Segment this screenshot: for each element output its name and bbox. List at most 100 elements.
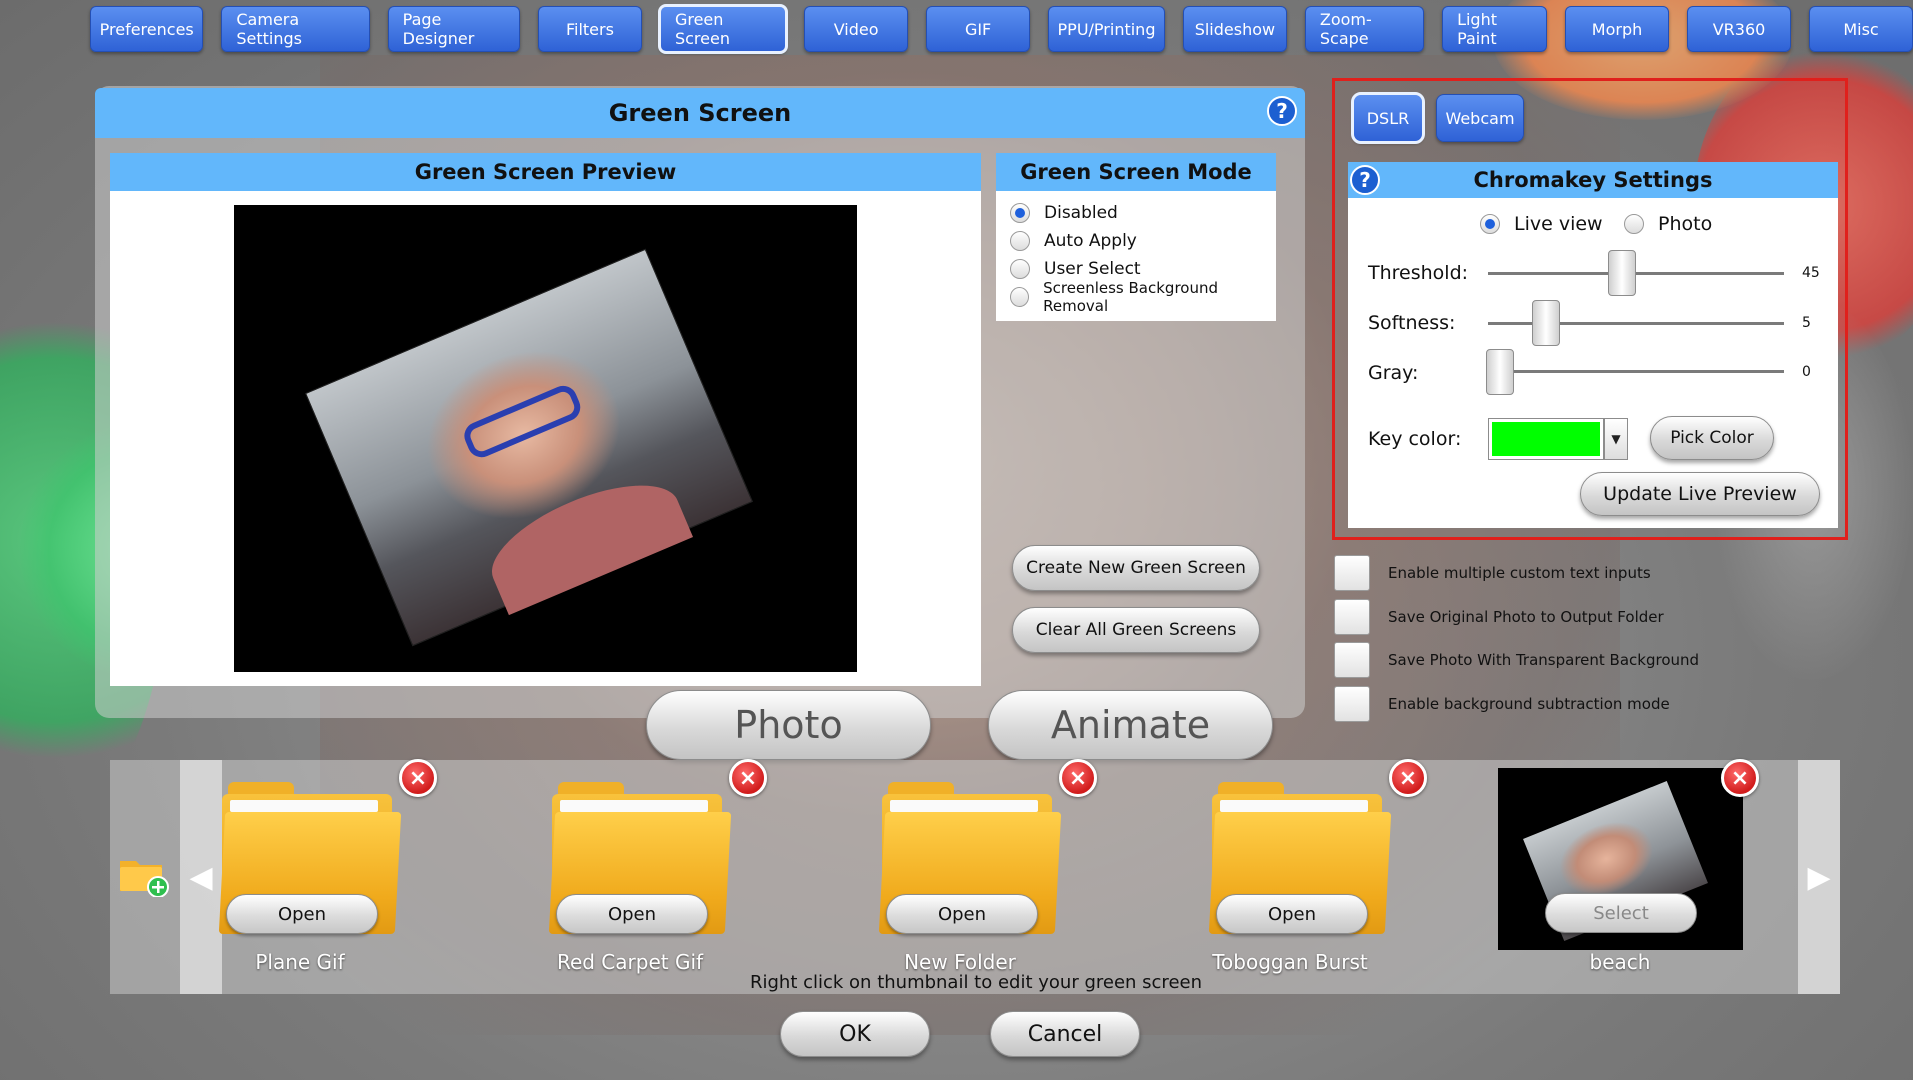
mode-option-label: User Select xyxy=(1044,259,1141,279)
add-folder-icon[interactable] xyxy=(118,855,172,898)
threshold-slider[interactable] xyxy=(1488,272,1784,275)
close-icon[interactable]: × xyxy=(1389,759,1427,797)
radio-icon[interactable] xyxy=(1624,214,1644,234)
library-item-label: Plane Gif xyxy=(255,950,345,974)
update-live-preview-button[interactable]: Update Live Preview xyxy=(1580,472,1820,516)
key-color-fill xyxy=(1492,422,1600,456)
library-item-label: Toboggan Burst xyxy=(1212,950,1368,974)
library-item-label: Red Carpet Gif xyxy=(556,950,704,974)
library-item-toboggan-burst[interactable]: Open xyxy=(1208,770,1412,970)
mode-option-label: Disabled xyxy=(1044,203,1118,223)
animate-button[interactable]: Animate xyxy=(988,690,1273,760)
radio-icon[interactable] xyxy=(1010,287,1030,307)
checkbox-multiple-text[interactable]: Enable multiple custom text inputs xyxy=(1334,555,1651,591)
tab-ppu-printing[interactable]: PPU/Printing xyxy=(1048,6,1165,52)
tab-morph[interactable]: Morph xyxy=(1565,6,1670,52)
close-icon[interactable]: × xyxy=(1059,759,1097,797)
tab-zoom-scape[interactable]: Zoom-Scape xyxy=(1304,6,1425,52)
radio-icon[interactable] xyxy=(1480,214,1500,234)
tab-filters[interactable]: Filters xyxy=(537,6,642,52)
chromakey-title-text: Chromakey Settings xyxy=(1473,168,1713,192)
checkbox-label: Enable multiple custom text inputs xyxy=(1388,564,1651,582)
tab-camera-settings[interactable]: Camera Settings xyxy=(221,6,370,52)
view-option-label: Live view xyxy=(1514,213,1603,235)
tab-video[interactable]: Video xyxy=(804,6,909,52)
library-item-label: beach xyxy=(1589,950,1651,974)
mode-option-label: Auto Apply xyxy=(1044,231,1137,251)
tab-light-paint[interactable]: Light Paint xyxy=(1442,6,1548,52)
clear-green-screens-button[interactable]: Clear All Green Screens xyxy=(1012,607,1260,653)
checkbox-save-original[interactable]: Save Original Photo to Output Folder xyxy=(1334,599,1664,635)
gray-label: Gray: xyxy=(1368,362,1419,384)
select-button[interactable]: Select xyxy=(1545,893,1697,933)
chevron-down-icon[interactable]: ▼ xyxy=(1604,418,1628,460)
open-button[interactable]: Open xyxy=(226,894,378,934)
checkbox[interactable] xyxy=(1334,686,1370,722)
checkbox[interactable] xyxy=(1334,599,1370,635)
radio-icon[interactable] xyxy=(1010,203,1030,223)
pick-color-button[interactable]: Pick Color xyxy=(1650,416,1774,460)
threshold-label: Threshold: xyxy=(1368,262,1469,284)
arrow-right-icon[interactable]: ▶ xyxy=(1798,760,1840,994)
open-button[interactable]: Open xyxy=(1216,894,1368,934)
softness-slider-thumb[interactable] xyxy=(1532,300,1560,346)
key-color-swatch[interactable] xyxy=(1488,418,1604,460)
view-option-label: Photo xyxy=(1658,213,1713,235)
radio-icon[interactable] xyxy=(1010,231,1030,251)
radio-icon[interactable] xyxy=(1010,259,1030,279)
checkbox-transparent-bg[interactable]: Save Photo With Transparent Background xyxy=(1334,642,1699,678)
webcam-button[interactable]: Webcam xyxy=(1436,94,1524,142)
tab-preferences[interactable]: Preferences xyxy=(90,6,204,52)
tab-slideshow[interactable]: Slideshow xyxy=(1182,6,1287,52)
preview-canvas xyxy=(234,205,857,672)
view-option-photo[interactable]: Photo xyxy=(1610,210,1712,238)
mode-option-screenless[interactable]: Screenless Background Removal xyxy=(996,279,1276,315)
mode-option-auto-apply[interactable]: Auto Apply xyxy=(996,227,1276,255)
dslr-button[interactable]: DSLR xyxy=(1351,92,1425,144)
tab-page-designer[interactable]: Page Designer xyxy=(387,6,520,52)
green-screen-mode-box: Green Screen Mode Disabled Auto Apply Us… xyxy=(996,153,1276,321)
checkbox[interactable] xyxy=(1334,555,1370,591)
gray-slider[interactable] xyxy=(1488,370,1784,373)
create-green-screen-button[interactable]: Create New Green Screen xyxy=(1012,545,1260,591)
mode-option-disabled[interactable]: Disabled xyxy=(996,199,1276,227)
ok-button[interactable]: OK xyxy=(780,1011,930,1057)
chromakey-help-icon[interactable]: ? xyxy=(1350,165,1380,195)
tab-vr360[interactable]: VR360 xyxy=(1687,6,1792,52)
open-button[interactable]: Open xyxy=(556,894,708,934)
checkbox[interactable] xyxy=(1334,642,1370,678)
preview-photo-shirt xyxy=(477,463,694,616)
checkbox-label: Enable background subtraction mode xyxy=(1388,695,1670,713)
threshold-slider-thumb[interactable] xyxy=(1608,250,1636,296)
preview-photo-glasses xyxy=(460,381,585,462)
tab-misc[interactable]: Misc xyxy=(1809,6,1913,52)
library-item-red-carpet-gif[interactable]: Open xyxy=(548,770,752,970)
mode-option-label: Screenless Background Removal xyxy=(1043,279,1218,315)
preview-title: Green Screen Preview xyxy=(110,153,981,191)
checkbox-bg-subtraction[interactable]: Enable background subtraction mode xyxy=(1334,686,1670,722)
chromakey-settings: ? Chromakey Settings Live view Photo Thr… xyxy=(1348,162,1838,528)
key-color-label: Key color: xyxy=(1368,428,1462,450)
library-item-new-folder[interactable]: Open xyxy=(878,770,1082,970)
panel-title-text: Green Screen xyxy=(608,99,792,127)
help-icon[interactable]: ? xyxy=(1267,96,1297,126)
threshold-value: 45 xyxy=(1802,265,1820,281)
gray-slider-thumb[interactable] xyxy=(1486,349,1514,395)
cancel-button[interactable]: Cancel xyxy=(990,1011,1140,1057)
folder-paper xyxy=(890,800,1038,812)
chromakey-title: ? Chromakey Settings xyxy=(1348,162,1838,198)
view-option-live[interactable]: Live view xyxy=(1466,210,1603,238)
close-icon[interactable]: × xyxy=(729,759,767,797)
library-item-plane-gif[interactable]: Open xyxy=(218,770,422,970)
checkbox-label: Save Photo With Transparent Background xyxy=(1388,651,1700,669)
open-button[interactable]: Open xyxy=(886,894,1038,934)
checkbox-label: Save Original Photo to Output Folder xyxy=(1388,608,1664,626)
tab-green-screen[interactable]: Green Screen xyxy=(657,4,789,54)
folder-paper xyxy=(230,800,378,812)
close-icon[interactable]: × xyxy=(399,759,437,797)
tab-gif[interactable]: GIF xyxy=(926,6,1031,52)
photo-button[interactable]: Photo xyxy=(646,690,931,760)
softness-label: Softness: xyxy=(1368,312,1456,334)
folder-paper xyxy=(560,800,708,812)
close-icon[interactable]: × xyxy=(1721,759,1759,797)
